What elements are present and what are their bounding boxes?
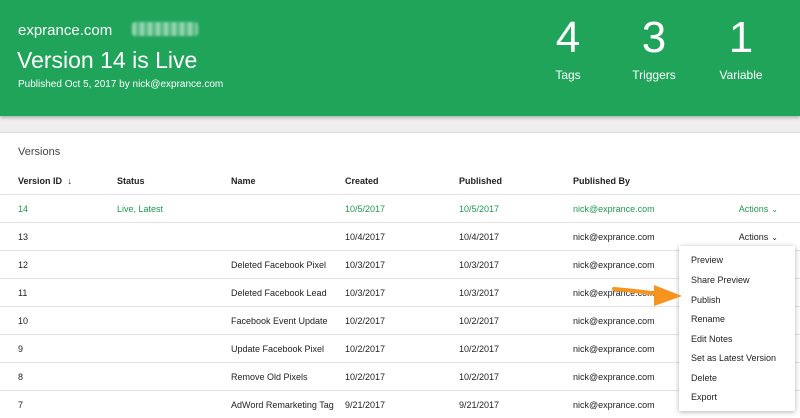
version-id-cell: 14	[18, 204, 29, 214]
container-domain: exprance.com	[18, 22, 113, 39]
published-by-cell: nick@exprance.com	[573, 204, 655, 214]
version-header: exprance.com Version 14 is Live Publishe…	[0, 0, 800, 116]
orange-arrow-icon	[612, 285, 682, 306]
actions-button[interactable]: Actions ⌄	[739, 232, 778, 242]
published-by-cell: nick@exprance.com	[573, 372, 655, 382]
published-cell: 10/2/2017	[459, 316, 500, 326]
stat-variable[interactable]: 1 Variable	[714, 13, 768, 83]
table-row[interactable]: 14 Live, Latest 10/5/2017 10/5/2017 nick…	[0, 195, 800, 223]
name-cell: AdWord Remarketing Tag	[231, 400, 334, 410]
published-by-cell: nick@exprance.com	[573, 316, 655, 326]
name-cell: Deleted Facebook Lead	[231, 288, 327, 298]
stat-variable-count: 1	[728, 13, 754, 62]
actions-dropdown-menu: Preview Share Preview Publish Rename Edi…	[679, 246, 795, 411]
version-id-cell: 12	[18, 260, 29, 270]
name-cell: Deleted Facebook Pixel	[231, 260, 327, 270]
created-cell: 9/21/2017	[345, 400, 386, 410]
published-info: Published Oct 5, 2017 by nick@exprance.c…	[18, 79, 224, 90]
column-header-name[interactable]: Name	[231, 176, 256, 186]
chevron-down-icon: ⌄	[771, 233, 778, 242]
name-cell: Facebook Event Update	[231, 316, 328, 326]
name-cell: Remove Old Pixels	[231, 372, 308, 382]
arrow-down-icon: ↓	[67, 176, 73, 186]
menu-item-rename[interactable]: Rename	[691, 314, 725, 324]
menu-item-export[interactable]: Export	[691, 392, 717, 402]
version-id-cell: 8	[18, 372, 24, 382]
published-by-cell: nick@exprance.com	[573, 400, 655, 410]
published-cell: 9/21/2017	[459, 400, 500, 410]
published-cell: 10/5/2017	[459, 204, 500, 214]
published-cell: 10/4/2017	[459, 232, 500, 242]
actions-label: Actions	[738, 204, 769, 214]
menu-item-set-latest-version[interactable]: Set as Latest Version	[691, 353, 776, 363]
version-id-cell: 9	[18, 344, 24, 354]
column-header-published-by[interactable]: Published By	[573, 176, 630, 186]
created-cell: 10/3/2017	[345, 288, 386, 298]
created-cell: 10/5/2017	[345, 204, 386, 214]
column-header-version-id[interactable]: Version ID ↓	[18, 176, 72, 186]
page-title: Version 14 is Live	[17, 47, 198, 73]
stat-variable-label: Variable	[719, 68, 763, 82]
actions-label: Actions	[738, 232, 769, 242]
stat-triggers-label: Triggers	[632, 68, 676, 82]
status-cell: Live, Latest	[117, 204, 164, 214]
published-by-cell: nick@exprance.com	[573, 344, 655, 354]
version-id-cell: 10	[18, 316, 29, 326]
created-cell: 10/4/2017	[345, 232, 386, 242]
column-header-published[interactable]: Published	[459, 176, 502, 186]
stat-triggers[interactable]: 3 Triggers	[628, 13, 680, 83]
published-cell: 10/3/2017	[459, 260, 500, 270]
column-header-created[interactable]: Created	[345, 176, 379, 186]
created-cell: 10/2/2017	[345, 316, 386, 326]
published-by-cell: nick@exprance.com	[573, 260, 655, 270]
version-id-cell: 7	[18, 400, 24, 410]
published-cell: 10/2/2017	[459, 344, 500, 354]
redacted-container-id	[132, 22, 198, 36]
published-by-cell: nick@exprance.com	[573, 232, 655, 242]
chevron-down-icon: ⌄	[771, 205, 778, 214]
stat-tags-count: 4	[555, 13, 581, 62]
created-cell: 10/2/2017	[345, 372, 386, 382]
menu-item-edit-notes[interactable]: Edit Notes	[691, 334, 733, 344]
menu-item-share-preview[interactable]: Share Preview	[691, 275, 750, 285]
menu-item-delete[interactable]: Delete	[691, 373, 717, 383]
stat-tags[interactable]: 4 Tags	[548, 13, 588, 83]
stat-triggers-count: 3	[641, 13, 667, 62]
column-header-status[interactable]: Status	[117, 176, 145, 186]
actions-button[interactable]: Actions ⌄	[739, 204, 778, 214]
published-cell: 10/3/2017	[459, 288, 500, 298]
created-cell: 10/3/2017	[345, 260, 386, 270]
name-cell: Update Facebook Pixel	[231, 344, 325, 354]
versions-title: Versions	[18, 146, 61, 158]
stat-tags-label: Tags	[555, 68, 581, 82]
menu-item-publish[interactable]: Publish	[691, 295, 721, 305]
published-cell: 10/2/2017	[459, 372, 500, 382]
menu-item-preview[interactable]: Preview	[691, 255, 723, 265]
created-cell: 10/2/2017	[345, 344, 386, 354]
version-id-cell: 11	[18, 288, 28, 298]
column-header-label: Version ID	[18, 176, 63, 186]
version-id-cell: 13	[18, 232, 29, 242]
